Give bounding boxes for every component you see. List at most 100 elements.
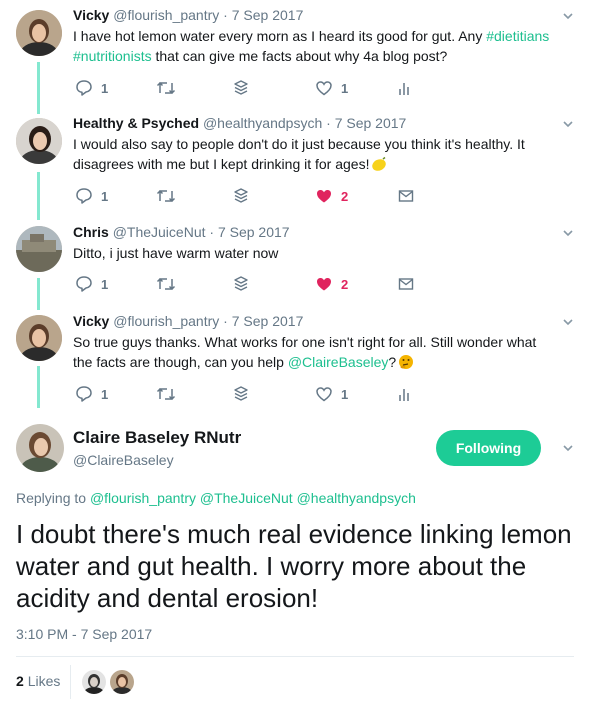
- reply-button[interactable]: 1: [75, 384, 108, 404]
- reply-button[interactable]: 1: [75, 186, 108, 206]
- likes-stat[interactable]: 2 Likes: [16, 673, 60, 689]
- reply-count: 1: [101, 80, 109, 96]
- author-name[interactable]: Claire Baseley RNutr: [73, 428, 241, 448]
- stack-button[interactable]: [233, 384, 249, 404]
- like-button[interactable]: 1: [315, 384, 348, 404]
- tweet-actions: 1 2: [73, 274, 513, 294]
- stack-button[interactable]: [233, 274, 249, 294]
- mention-link[interactable]: @ClaireBaseley: [288, 354, 389, 370]
- separator: ·: [223, 313, 228, 329]
- thinking-face-emoji: [399, 355, 414, 369]
- liker-avatar[interactable]: [82, 670, 106, 694]
- text-fragment: ?: [388, 354, 397, 370]
- reply-icon: [76, 386, 92, 402]
- separator: ·: [326, 115, 331, 131]
- heart-icon: [316, 81, 332, 96]
- retweet-icon: [156, 189, 176, 203]
- like-button[interactable]: 2: [315, 186, 348, 206]
- tweet-text: I would also say to people don't do it j…: [73, 134, 558, 174]
- likes-label: Likes: [27, 673, 61, 689]
- analytics-icon: [399, 83, 409, 95]
- author-name[interactable]: Vicky: [73, 313, 109, 329]
- mention-link[interactable]: @TheJuiceNut: [200, 490, 293, 506]
- heart-filled-icon: [317, 278, 331, 291]
- chevron-down-icon[interactable]: [562, 227, 574, 239]
- reply-icon: [76, 188, 92, 204]
- tweet-actions: 1 1: [73, 384, 513, 404]
- author-handle[interactable]: @ClaireBaseley: [73, 452, 174, 468]
- following-button[interactable]: Following: [436, 430, 541, 466]
- author-name[interactable]: Healthy & Psyched: [73, 115, 199, 131]
- lemon-emoji: [372, 156, 387, 171]
- like-button[interactable]: 1: [315, 78, 348, 98]
- tweet-date[interactable]: 7 Sep 2017: [335, 115, 407, 131]
- like-count: 2: [341, 276, 349, 292]
- reply-button[interactable]: 1: [75, 274, 108, 294]
- like-count: 1: [341, 80, 349, 96]
- tweet-date[interactable]: 7 Sep 2017: [232, 7, 304, 23]
- stack-icon: [234, 80, 248, 95]
- dm-button[interactable]: [398, 274, 414, 294]
- dm-button[interactable]: [398, 186, 414, 206]
- text-fragment: I have hot lemon water every morn as I h…: [73, 28, 487, 44]
- stack-button[interactable]: [233, 186, 249, 206]
- like-count: 1: [341, 386, 349, 402]
- hashtag-link[interactable]: #nutritionists: [73, 48, 152, 64]
- like-button[interactable]: 2: [315, 274, 348, 294]
- analytics-icon: [399, 389, 409, 401]
- tweet-actions: 1 1: [73, 78, 513, 98]
- reply-count: 1: [101, 188, 109, 204]
- main-tweet-text: I doubt there's much real evidence linki…: [16, 519, 572, 613]
- retweet-button[interactable]: [156, 274, 176, 294]
- author-handle[interactable]: @flourish_pantry: [113, 7, 219, 23]
- chevron-down-icon[interactable]: [562, 442, 574, 454]
- likes-count: 2: [16, 673, 24, 689]
- avatar[interactable]: [16, 226, 62, 272]
- separator: ·: [209, 224, 215, 240]
- replying-prefix: Replying to: [16, 490, 87, 506]
- separator: ·: [223, 7, 228, 23]
- hashtag-link[interactable]: #dietitians: [486, 28, 549, 44]
- author-name[interactable]: Chris: [73, 224, 109, 240]
- stack-icon: [234, 276, 248, 291]
- tweet-date[interactable]: 7 Sep 2017: [232, 313, 304, 329]
- chevron-down-icon[interactable]: [562, 118, 574, 130]
- thread-line: [37, 278, 40, 310]
- retweet-button[interactable]: [156, 78, 176, 98]
- avatar[interactable]: [16, 315, 62, 361]
- stack-icon: [234, 386, 248, 401]
- author-handle[interactable]: @TheJuiceNut: [113, 224, 206, 240]
- mention-link[interactable]: @flourish_pantry: [90, 490, 196, 506]
- chevron-down-icon[interactable]: [562, 316, 574, 328]
- envelope-icon: [398, 278, 414, 290]
- stack-icon: [234, 188, 248, 203]
- retweet-button[interactable]: [156, 186, 176, 206]
- avatar[interactable]: [16, 118, 62, 164]
- retweet-icon: [156, 277, 176, 291]
- tweet: Vicky @flourish_pantry · 7 Sep 2017 I ha…: [73, 6, 558, 66]
- author-handle[interactable]: @flourish_pantry: [113, 313, 219, 329]
- author-name[interactable]: Vicky: [73, 7, 109, 23]
- tweet-actions: 1 2: [73, 186, 513, 206]
- tweet-text: So true guys thanks. What works for one …: [73, 332, 558, 372]
- liker-avatar[interactable]: [110, 670, 134, 694]
- chevron-down-icon[interactable]: [562, 10, 574, 22]
- tweet-text: Ditto, i just have warm water now: [73, 245, 279, 261]
- reply-button[interactable]: 1: [75, 78, 108, 98]
- retweet-icon: [156, 81, 176, 95]
- avatar[interactable]: [16, 10, 62, 56]
- analytics-button[interactable]: [398, 384, 412, 404]
- divider: [70, 665, 71, 699]
- divider: [16, 656, 574, 657]
- retweet-button[interactable]: [156, 384, 176, 404]
- stack-button[interactable]: [233, 78, 249, 98]
- author-handle[interactable]: @healthyandpsych: [203, 115, 322, 131]
- tweet: Chris @TheJuiceNut · 7 Sep 2017 Ditto, i…: [73, 223, 558, 263]
- analytics-button[interactable]: [398, 78, 412, 98]
- tweet-date[interactable]: 7 Sep 2017: [218, 224, 290, 240]
- reply-icon: [76, 276, 92, 292]
- tweet-timestamp[interactable]: 3:10 PM - 7 Sep 2017: [16, 626, 152, 642]
- retweet-icon: [156, 387, 176, 401]
- avatar[interactable]: [16, 424, 64, 472]
- mention-link[interactable]: @healthyandpsych: [297, 490, 416, 506]
